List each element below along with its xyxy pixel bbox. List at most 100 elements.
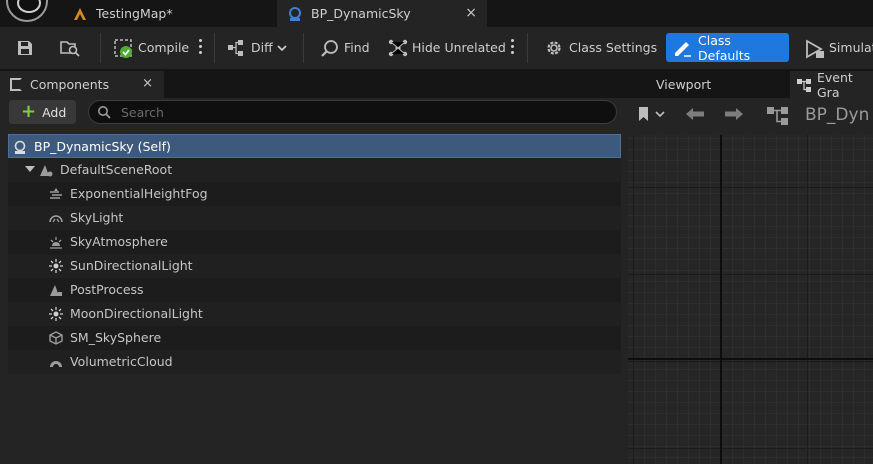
tree-item-sky-atmosphere[interactable]: SkyAtmosphere bbox=[8, 230, 621, 254]
event-graph-icon bbox=[797, 78, 811, 92]
viewport-tab-label: Viewport bbox=[656, 77, 712, 92]
tree-item-post-process[interactable]: PostProcess bbox=[8, 278, 621, 302]
components-tab-label: Components bbox=[30, 77, 110, 92]
simulate-button[interactable]: Simulat bbox=[805, 33, 873, 62]
search-icon bbox=[97, 105, 111, 119]
blueprint-icon bbox=[287, 6, 303, 22]
forward-button[interactable] bbox=[724, 102, 744, 130]
tree-item-label: SkyLight bbox=[70, 210, 124, 225]
sky-light-icon bbox=[49, 211, 63, 225]
close-tab-icon[interactable]: × bbox=[465, 5, 477, 21]
tree-item-default-scene-root[interactable]: DefaultSceneRoot bbox=[8, 158, 621, 182]
event-graph-tab-label: Event Gra bbox=[817, 69, 853, 100]
simulate-play-icon bbox=[805, 38, 824, 59]
tab-bp-dynamic-sky[interactable]: BP_DynamicSky × bbox=[277, 0, 487, 27]
tree-item-self[interactable]: BP_DynamicSky (Self) bbox=[8, 134, 621, 158]
graph-type-icon bbox=[766, 102, 790, 130]
components-panel: + Add BP_DynamicSky (Self) DefaultSceneR… bbox=[0, 98, 628, 464]
compile-label: Compile bbox=[138, 40, 190, 55]
post-process-icon bbox=[49, 283, 63, 297]
blueprint-toolbar: Compile Diff Find Hide Unrelated Class S… bbox=[0, 27, 873, 69]
static-mesh-icon bbox=[49, 331, 63, 345]
tree-item-label: VolumetricCloud bbox=[70, 354, 173, 369]
tab-components[interactable]: Components × bbox=[0, 71, 164, 98]
components-tab-bar: Components × bbox=[0, 70, 628, 98]
find-icon bbox=[320, 39, 338, 57]
tree-item-label: SkyAtmosphere bbox=[70, 234, 168, 249]
compile-options-icon[interactable] bbox=[199, 39, 203, 57]
event-graph-canvas[interactable] bbox=[628, 135, 873, 464]
fog-icon bbox=[49, 187, 63, 201]
toolbar-separator bbox=[303, 33, 304, 63]
expand-arrow-icon[interactable] bbox=[25, 166, 35, 172]
diff-label: Diff bbox=[251, 40, 273, 55]
tree-item-label: MoonDirectionalLight bbox=[70, 306, 203, 321]
diff-button[interactable]: Diff bbox=[227, 33, 287, 62]
arrow-right-icon bbox=[724, 106, 744, 126]
hide-unrelated-button[interactable]: Hide Unrelated bbox=[388, 33, 506, 62]
tree-item-label: SunDirectionalLight bbox=[70, 258, 193, 273]
back-button[interactable] bbox=[685, 102, 705, 130]
tree-item-sm-sky-sphere[interactable]: SM_SkySphere bbox=[8, 326, 621, 350]
unreal-logo-icon[interactable] bbox=[6, 0, 48, 22]
edit-defaults-icon bbox=[674, 39, 692, 57]
scene-root-icon bbox=[39, 163, 53, 177]
arrow-left-icon bbox=[685, 106, 705, 126]
blueprint-self-icon bbox=[13, 140, 27, 154]
simulate-label: Simulat bbox=[829, 40, 873, 55]
close-panel-icon[interactable]: × bbox=[142, 76, 153, 91]
document-tab-bar: TestingMap* BP_DynamicSky × bbox=[0, 0, 873, 27]
tab-testing-map[interactable]: TestingMap* bbox=[62, 0, 272, 27]
sky-atmosphere-icon bbox=[49, 235, 63, 249]
class-settings-button[interactable]: Class Settings bbox=[545, 33, 657, 62]
compile-check-icon bbox=[114, 38, 132, 58]
find-label: Find bbox=[344, 40, 370, 55]
directional-light-icon bbox=[49, 259, 63, 273]
save-icon bbox=[16, 39, 34, 57]
level-icon bbox=[72, 6, 88, 22]
tab-label: TestingMap* bbox=[96, 6, 173, 21]
browse-button[interactable] bbox=[60, 33, 84, 62]
toolbar-separator bbox=[100, 33, 101, 63]
compile-button[interactable]: Compile bbox=[114, 33, 189, 62]
tree-item-sky-light[interactable]: SkyLight bbox=[8, 206, 621, 230]
search-input[interactable] bbox=[121, 104, 601, 120]
tree-item-label: PostProcess bbox=[70, 282, 144, 297]
components-icon bbox=[10, 78, 22, 91]
toolbar-separator bbox=[527, 33, 528, 63]
class-settings-label: Class Settings bbox=[569, 40, 658, 55]
hide-unrelated-label: Hide Unrelated bbox=[412, 40, 506, 55]
hide-unrelated-options-icon[interactable] bbox=[511, 39, 515, 57]
tree-item-sun-directional-light[interactable]: SunDirectionalLight bbox=[8, 254, 621, 278]
find-button[interactable]: Find bbox=[320, 33, 370, 62]
tree-item-label: DefaultSceneRoot bbox=[60, 162, 173, 177]
gear-icon bbox=[545, 39, 563, 57]
editor-tab-bar: Viewport Event Gra bbox=[628, 69, 873, 100]
tree-item-volumetric-cloud[interactable]: VolumetricCloud bbox=[8, 350, 621, 374]
bookmark-icon bbox=[636, 105, 666, 127]
tree-item-label: BP_DynamicSky (Self) bbox=[34, 139, 171, 154]
graph-toolbar: BP_Dyn bbox=[628, 98, 873, 135]
class-defaults-label: Class Defaults bbox=[698, 32, 751, 63]
bookmark-dropdown-button[interactable] bbox=[636, 102, 666, 130]
add-label: Add bbox=[42, 104, 67, 120]
tab-event-graph[interactable]: Event Gra bbox=[790, 69, 873, 100]
directional-light-icon bbox=[49, 307, 63, 321]
hide-unrelated-icon bbox=[388, 39, 408, 57]
diff-icon bbox=[227, 39, 245, 57]
toolbar-separator bbox=[214, 33, 215, 63]
tab-viewport[interactable]: Viewport bbox=[656, 71, 711, 98]
tree-item-exponential-height-fog[interactable]: ExponentialHeightFog bbox=[8, 182, 621, 206]
component-tree: BP_DynamicSky (Self) DefaultSceneRoot Ex… bbox=[8, 134, 621, 374]
plus-icon: + bbox=[21, 100, 37, 122]
chevron-down-icon bbox=[277, 40, 287, 55]
tree-item-label: ExponentialHeightFog bbox=[70, 186, 208, 201]
graph-breadcrumb-title: BP_Dyn bbox=[805, 105, 870, 125]
search-box[interactable] bbox=[88, 100, 617, 124]
save-button[interactable] bbox=[16, 33, 40, 62]
class-defaults-button[interactable]: Class Defaults bbox=[666, 32, 789, 63]
tab-label: BP_DynamicSky bbox=[311, 6, 411, 21]
add-component-button[interactable]: + Add bbox=[9, 100, 76, 124]
cloud-icon bbox=[49, 355, 63, 369]
tree-item-moon-directional-light[interactable]: MoonDirectionalLight bbox=[8, 302, 621, 326]
